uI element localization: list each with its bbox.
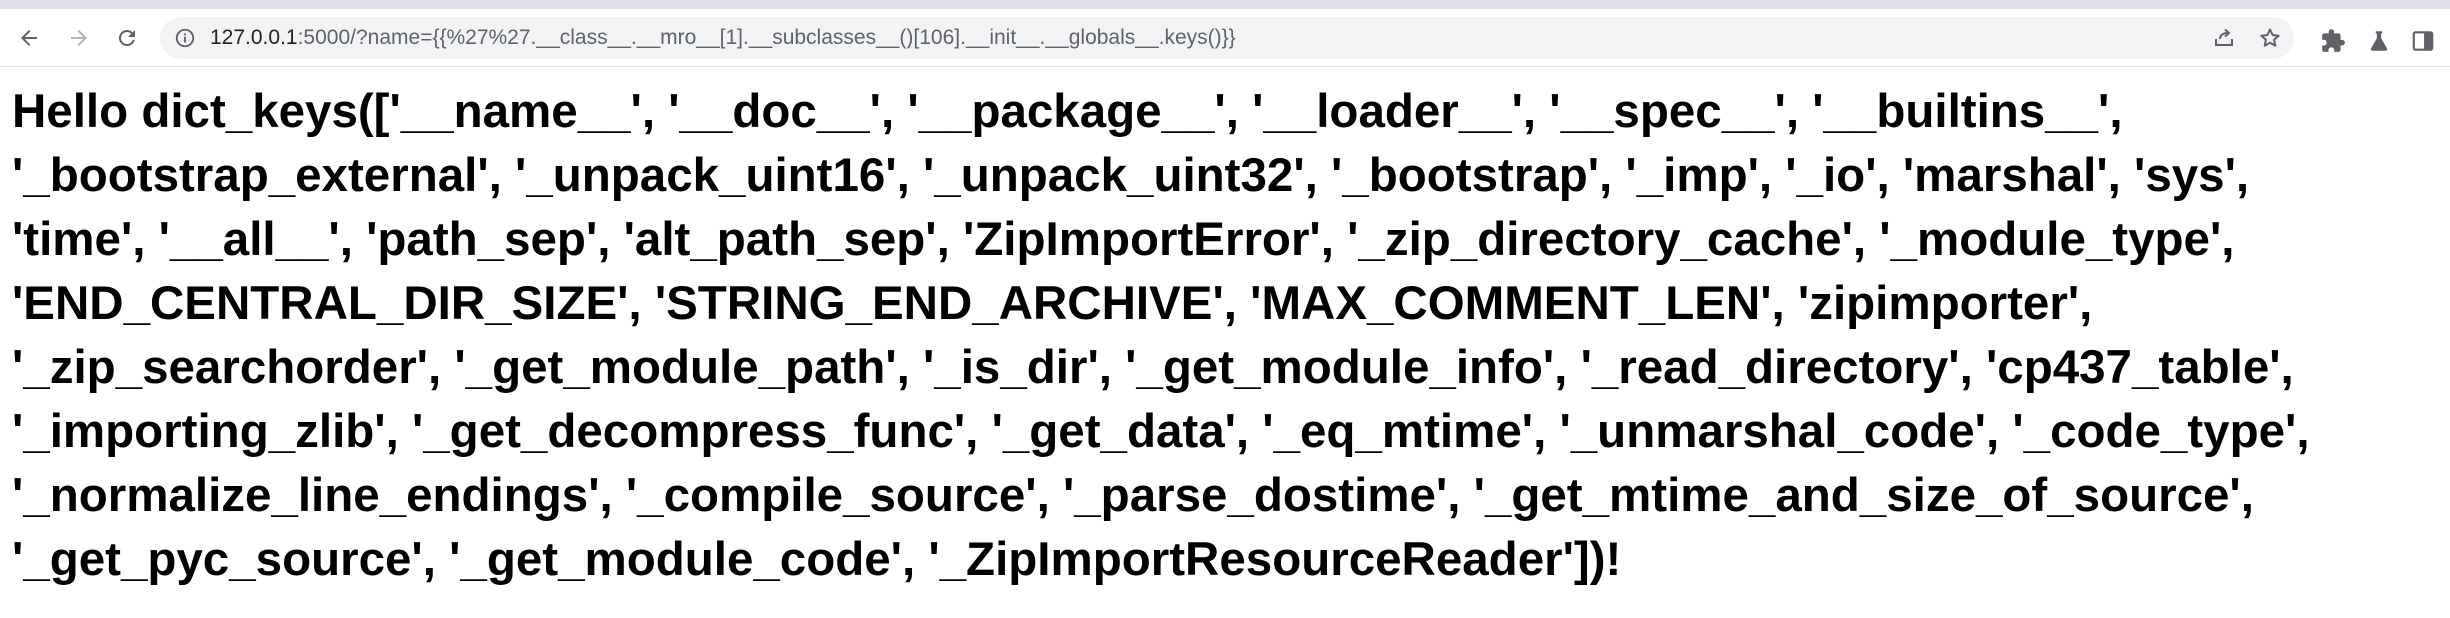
output-line-5: '_zip_searchorder', '_get_module_path', … bbox=[12, 341, 2294, 394]
output-line-8: '_get_pyc_source', '_get_module_code', '… bbox=[12, 533, 1622, 586]
share-icon[interactable] bbox=[2212, 26, 2236, 50]
page-body: Hello dict_keys(['__name__', '__doc__', … bbox=[12, 80, 2432, 592]
tab-strip bbox=[0, 0, 2450, 9]
side-panel-icon[interactable] bbox=[2410, 28, 2436, 54]
output-line-6: '_importing_zlib', '_get_decompress_func… bbox=[12, 405, 2310, 458]
address-bar[interactable]: 127.0.0.1:5000/?name={{%27%27.__class__.… bbox=[160, 17, 2294, 59]
output-line-7: '_normalize_line_endings', '_compile_sou… bbox=[12, 469, 2254, 522]
experiments-flask-icon[interactable] bbox=[2366, 28, 2392, 54]
forward-button[interactable] bbox=[60, 19, 98, 57]
site-info-icon[interactable] bbox=[174, 27, 196, 49]
output-line-4: 'END_CENTRAL_DIR_SIZE', 'STRING_END_ARCH… bbox=[12, 277, 2093, 330]
back-arrow-icon bbox=[21, 30, 37, 46]
output-line-1: Hello dict_keys(['__name__', '__doc__', … bbox=[12, 85, 2123, 138]
output-line-2: '_bootstrap_external', '_unpack_uint16',… bbox=[12, 149, 2250, 202]
bookmark-star-icon[interactable] bbox=[2258, 26, 2282, 50]
forward-arrow-icon bbox=[71, 30, 87, 46]
back-button[interactable] bbox=[10, 19, 48, 57]
output-line-3: 'time', '__all__', 'path_sep', 'alt_path… bbox=[12, 213, 2235, 266]
url-host: 127.0.0.1 bbox=[210, 26, 298, 49]
url-path: :5000/?name={{%27%27.__class__.__mro__[1… bbox=[297, 26, 1236, 49]
reload-icon bbox=[118, 29, 135, 46]
browser-toolbar: 127.0.0.1:5000/?name={{%27%27.__class__.… bbox=[0, 9, 2450, 67]
url-text[interactable]: 127.0.0.1:5000/?name={{%27%27.__class__.… bbox=[210, 17, 1236, 59]
reload-button[interactable] bbox=[108, 19, 146, 57]
extensions-puzzle-icon[interactable] bbox=[2320, 28, 2346, 54]
